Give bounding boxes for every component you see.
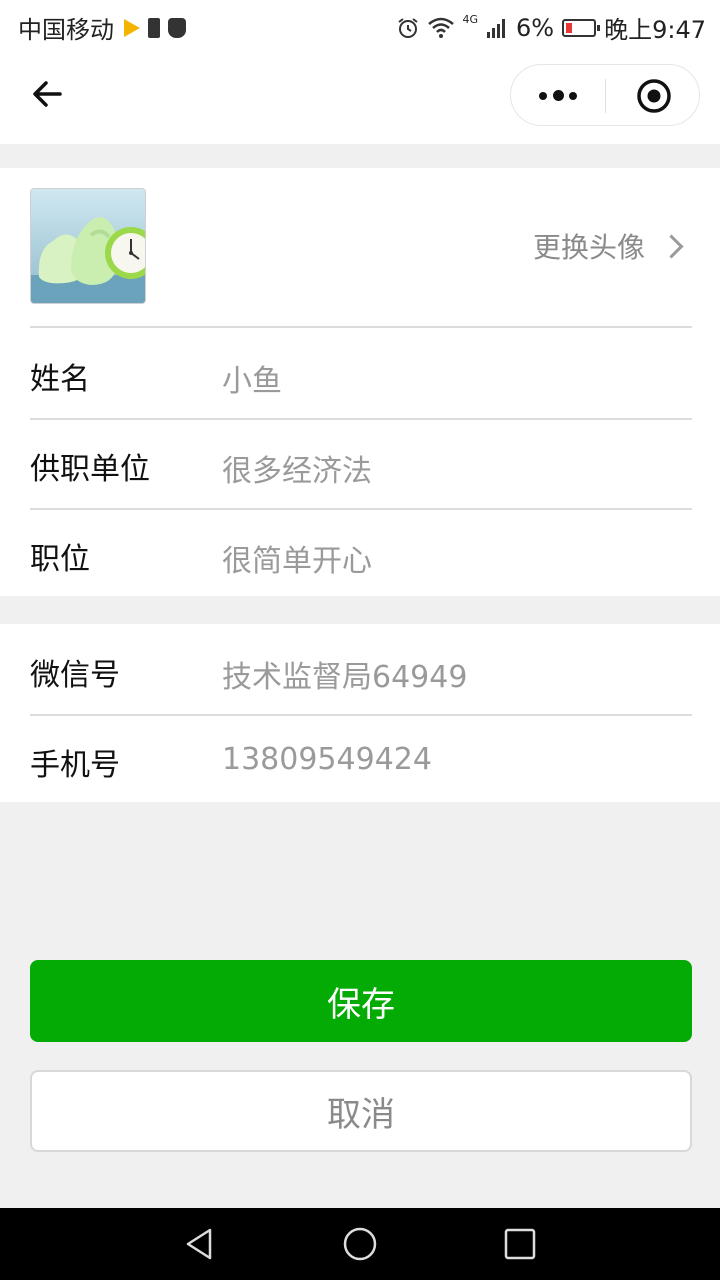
nav-recents-icon[interactable] [502, 1226, 538, 1262]
status-bar: 中国移动 4G 6% 晚上9:47 [0, 0, 720, 48]
shield-icon [168, 17, 186, 38]
field-row-position[interactable]: 职位 很简单开心 [30, 508, 692, 598]
field-input-wechat[interactable]: 技术监督局64949 [222, 652, 467, 696]
field-label: 供职单位 [30, 452, 150, 487]
avatar-row[interactable]: 更换头像 [30, 168, 692, 328]
field-row-wechat[interactable]: 微信号 技术监督局64949 [30, 624, 692, 716]
nav-bar [0, 48, 720, 144]
signal-icon [487, 18, 506, 38]
field-input-position[interactable]: 很简单开心 [222, 536, 372, 580]
network-type: 4G [462, 13, 479, 26]
nav-back-icon[interactable] [182, 1226, 218, 1262]
chevron-right-icon [659, 233, 684, 259]
clock-time: 晚上9:47 [604, 16, 706, 44]
close-target-icon[interactable] [635, 77, 673, 115]
status-right: 4G 6% 晚上9:47 [396, 10, 706, 45]
more-dots-icon[interactable] [533, 81, 583, 111]
battery-low-icon [562, 18, 601, 37]
field-input-phone[interactable]: 13809549424 [222, 742, 432, 777]
capsule-divider [605, 79, 606, 113]
alarm-icon [398, 17, 419, 38]
save-button[interactable]: 保存 [30, 960, 692, 1042]
mini-program-capsule [510, 64, 700, 126]
field-input-name[interactable]: 小鱼 [222, 356, 282, 400]
field-input-employer[interactable]: 很多经济法 [222, 446, 372, 490]
system-nav-bar [0, 1208, 720, 1280]
profile-group-basic: 更换头像 姓名 小鱼 供职单位 很多经济法 职位 很简单开心 [0, 168, 720, 596]
avatar[interactable] [30, 188, 146, 304]
change-avatar-label: 更换头像 [532, 231, 645, 264]
carrier-name: 中国移动 [18, 16, 114, 44]
field-label: 姓名 [30, 362, 90, 397]
profile-group-contact: 微信号 技术监督局64949 手机号 13809549424 [0, 624, 720, 802]
status-left: 中国移动 [18, 10, 186, 45]
battery-percent: 6% [516, 13, 555, 42]
field-row-name[interactable]: 姓名 小鱼 [30, 328, 692, 420]
cancel-button[interactable]: 取消 [30, 1070, 692, 1152]
field-label: 职位 [30, 542, 90, 577]
wifi-icon [428, 17, 455, 38]
field-label: 手机号 [30, 748, 120, 783]
change-avatar-link[interactable]: 更换头像 [532, 226, 684, 266]
avatar-image [31, 189, 145, 303]
nav-home-icon[interactable] [342, 1226, 378, 1262]
field-label: 微信号 [30, 658, 120, 693]
video-play-icon [124, 18, 140, 37]
back-arrow-icon[interactable] [28, 72, 72, 116]
field-row-employer[interactable]: 供职单位 很多经济法 [30, 418, 692, 510]
phone-alert-icon [148, 17, 160, 38]
field-row-phone[interactable]: 手机号 13809549424 [30, 714, 692, 804]
